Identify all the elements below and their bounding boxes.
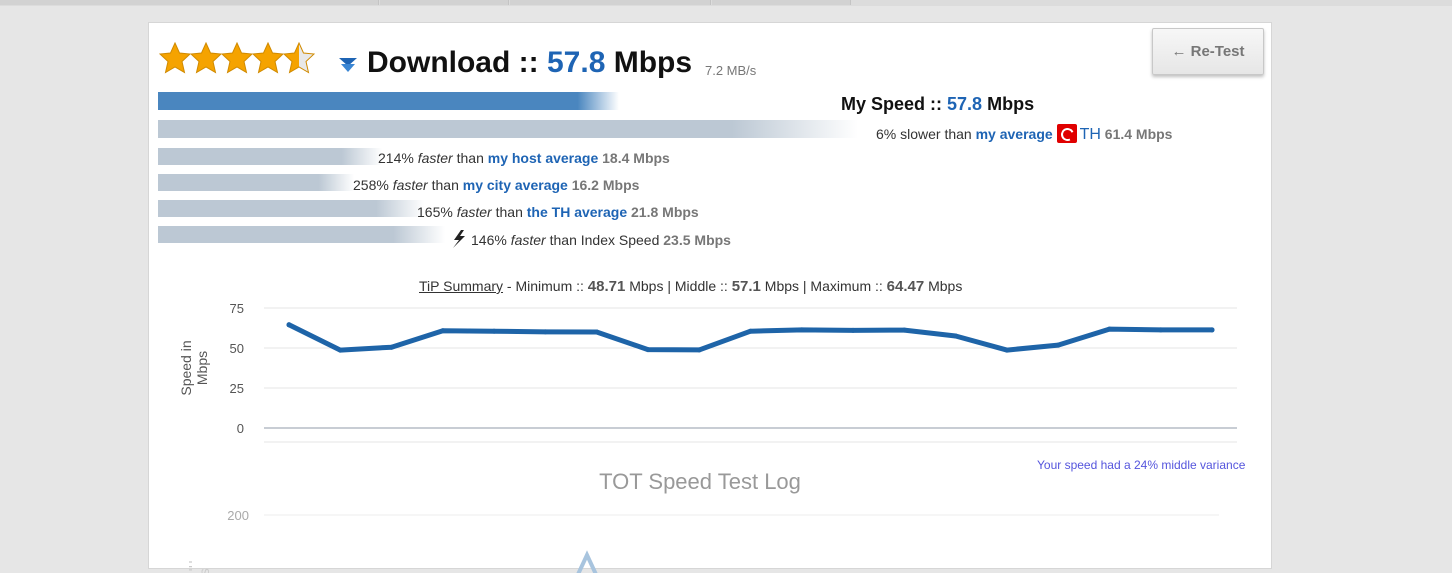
city-faster: faster xyxy=(392,177,428,193)
data-point xyxy=(645,347,651,353)
y-tick-label: 75 xyxy=(230,301,244,316)
th-average-value: 21.8 Mbps xyxy=(631,204,699,220)
index-faster: faster xyxy=(510,232,546,248)
city-than: than xyxy=(431,177,459,193)
index-speed-value: 23.5 Mbps xyxy=(663,232,731,248)
th-average-bar xyxy=(158,200,424,217)
download-speed-value: 57.8 xyxy=(546,46,606,79)
star-icon xyxy=(190,42,222,74)
speed-line-chart: 0 25 50 75 Speed inMbps xyxy=(178,301,1237,443)
speed-test-log-chart: 200 d inps xyxy=(189,508,1219,573)
y-axis-label-partial: d in xyxy=(189,560,195,573)
my-speed-unit: Mbps xyxy=(987,94,1035,114)
my-speed-text: My Speed :: xyxy=(841,94,943,114)
y-tick-label: 50 xyxy=(230,341,244,356)
index-speed-comparison: 146% faster than Index Speed 23.5 Mbps xyxy=(451,230,731,248)
data-point xyxy=(1004,347,1010,353)
download-title: Download :: 57.8 Mbps xyxy=(367,46,692,80)
download-label: Download :: xyxy=(367,46,539,79)
my-average-link[interactable]: my average xyxy=(976,126,1053,142)
y-tick-label: 0 xyxy=(237,421,244,436)
data-point xyxy=(901,327,907,333)
host-average-comparison: 214% faster than my host average 18.4 Mb… xyxy=(378,150,670,166)
data-point xyxy=(1209,327,1215,333)
host-average-bar xyxy=(158,148,382,165)
data-point xyxy=(286,322,292,328)
data-point xyxy=(850,327,856,333)
star-icon xyxy=(252,42,284,74)
my-speed-label: My Speed :: 57.8 Mbps xyxy=(841,94,1034,115)
country-code: TH xyxy=(1079,126,1101,143)
th-average-link[interactable]: the TH average xyxy=(527,204,627,220)
my-average-pct: 6% slower than xyxy=(876,126,972,142)
log-series-line xyxy=(576,550,598,573)
y-tick-label: 25 xyxy=(230,381,244,396)
speed-test-log-title: TOT Speed Test Log xyxy=(599,469,801,494)
city-average-comparison: 258% faster than my city average 16.2 Mb… xyxy=(353,177,639,193)
data-point xyxy=(748,328,753,334)
download-unit: Mbps xyxy=(613,46,693,79)
speed-series-line xyxy=(286,322,1215,353)
tab[interactable] xyxy=(380,0,509,5)
data-point xyxy=(1106,326,1112,332)
star-icon xyxy=(221,42,253,74)
th-than: than xyxy=(495,204,523,220)
host-than: than xyxy=(456,150,484,166)
index-than: than Index Speed xyxy=(549,232,660,248)
th-faster: faster xyxy=(456,204,492,220)
my-average-comparison: 6% slower than my average TH 61.4 Mbps xyxy=(876,124,1172,144)
data-point xyxy=(542,329,548,335)
my-speed-value: 57.8 xyxy=(947,94,983,114)
my-average-bar xyxy=(158,120,858,138)
host-average-value: 18.4 Mbps xyxy=(602,150,670,166)
host-faster: faster xyxy=(417,150,453,166)
data-point xyxy=(696,347,702,353)
host-average-link[interactable]: my host average xyxy=(488,150,599,166)
my-average-value: 61.4 Mbps xyxy=(1104,126,1173,142)
th-average-comparison: 165% faster than the TH average 21.8 Mbp… xyxy=(417,204,699,220)
data-point xyxy=(1158,327,1164,333)
tab[interactable] xyxy=(712,0,851,5)
index-speed-bar xyxy=(158,226,445,243)
star-icon xyxy=(159,42,191,74)
th-pct: 165% xyxy=(417,204,453,220)
lightning-icon xyxy=(453,230,465,248)
browser-tab-strip xyxy=(0,0,1452,6)
city-pct: 258% xyxy=(353,177,389,193)
download-arrow-icon xyxy=(339,58,357,72)
speed-test-panel: Download :: 57.8 Mbps 7.2 MB/s ← Re-Test… xyxy=(148,22,1272,573)
data-point xyxy=(1055,342,1061,348)
data-point xyxy=(594,329,600,335)
y-axis-label: Speed inMbps xyxy=(178,340,210,395)
y-axis-label-partial: ps xyxy=(196,568,212,573)
retest-button[interactable]: ← Re-Test xyxy=(1152,28,1264,75)
city-average-bar xyxy=(158,174,354,191)
tab[interactable] xyxy=(0,0,379,5)
y-tick-label: 200 xyxy=(227,508,249,523)
city-average-link[interactable]: my city average xyxy=(463,177,568,193)
data-point xyxy=(953,333,959,339)
star-icon xyxy=(283,42,315,74)
data-point xyxy=(440,328,446,334)
data-point xyxy=(491,328,497,334)
data-point xyxy=(337,347,343,353)
tab[interactable] xyxy=(510,0,711,5)
city-average-value: 16.2 Mbps xyxy=(571,177,640,193)
singapore-flag-icon xyxy=(1056,124,1077,143)
download-mbs: 7.2 MB/s xyxy=(705,63,757,78)
data-point xyxy=(799,327,805,333)
host-pct: 214% xyxy=(378,150,414,166)
my-speed-bar xyxy=(158,92,619,110)
data-point xyxy=(389,344,395,350)
index-pct: 146% xyxy=(471,232,507,248)
